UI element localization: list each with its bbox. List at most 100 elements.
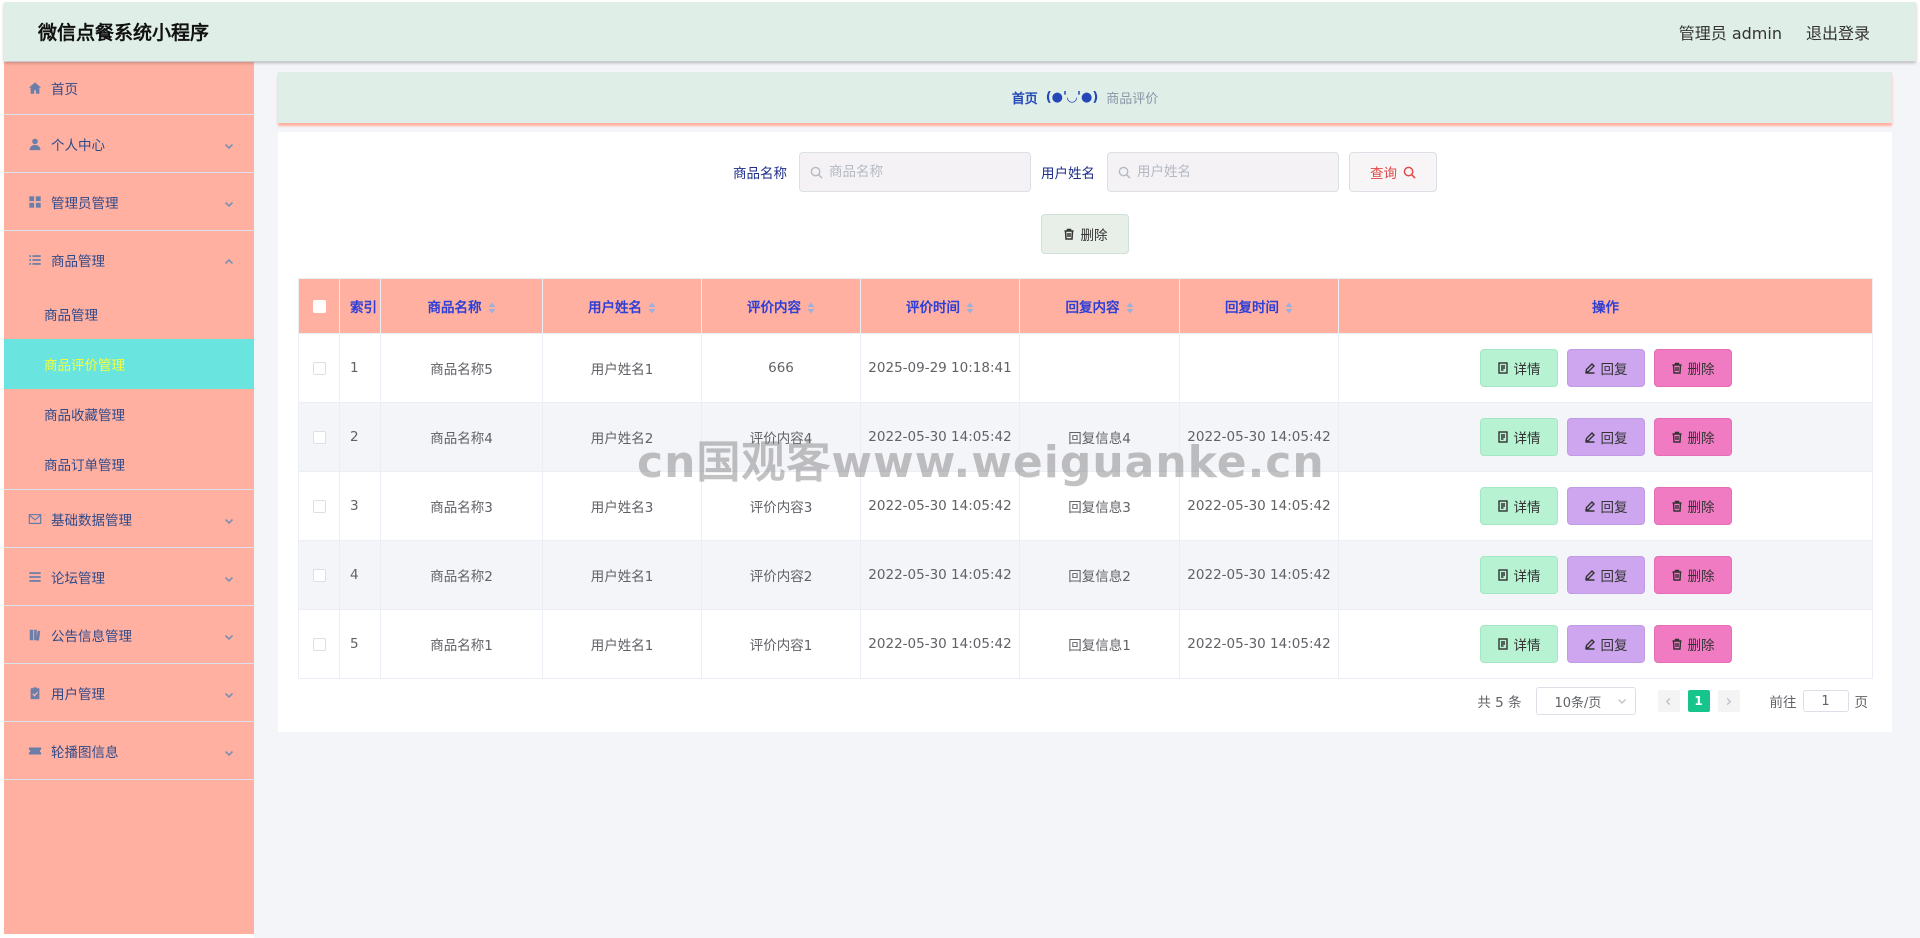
- col-header-reply-time[interactable]: 回复时间: [1179, 278, 1339, 334]
- col-header-product[interactable]: 商品名称: [380, 278, 543, 334]
- row-checkbox[interactable]: [312, 361, 326, 375]
- list-icon: [27, 252, 43, 268]
- detail-button[interactable]: 详情: [1479, 418, 1558, 456]
- trash-icon: [1672, 362, 1681, 374]
- cell-time: 2022-05-30 14:05:42: [860, 471, 1020, 541]
- sort-icon[interactable]: [1126, 302, 1134, 314]
- cell-index: 5: [339, 609, 381, 679]
- breadcrumb-home[interactable]: 首页: [1012, 88, 1038, 107]
- sidebar-item-user-management[interactable]: 用户管理: [4, 664, 254, 722]
- reply-button[interactable]: 回复: [1566, 349, 1645, 387]
- sidebar-subitem-product-management[interactable]: 商品管理: [4, 289, 254, 339]
- page-number-current[interactable]: 1: [1687, 690, 1710, 712]
- admin-user-label[interactable]: 管理员 admin: [1679, 20, 1782, 44]
- reply-button[interactable]: 回复: [1566, 487, 1645, 525]
- cell-content: 666: [701, 333, 861, 403]
- reply-button-label: 回复: [1600, 431, 1628, 447]
- table-row: 2 商品名称4 用户姓名2 评价内容4 2022-05-30 14:05:42 …: [298, 402, 1873, 472]
- sidebar-item-basic-data-management[interactable]: 基础数据管理: [4, 490, 254, 548]
- col-header-content[interactable]: 评价内容: [701, 278, 861, 334]
- cell-ops: 详情 回复 删除: [1338, 540, 1873, 610]
- search-icon: [1118, 166, 1131, 179]
- table-row: 3 商品名称3 用户姓名3 评价内容3 2022-05-30 14:05:42 …: [298, 471, 1873, 541]
- sort-icon[interactable]: [966, 302, 974, 314]
- reply-button[interactable]: 回复: [1566, 418, 1645, 456]
- row-select-cell: [298, 333, 340, 403]
- delete-button[interactable]: 删除: [1653, 349, 1732, 387]
- sidebar-item-carousel-info[interactable]: 轮播图信息: [4, 722, 254, 780]
- reply-button-label: 回复: [1600, 638, 1628, 654]
- reply-button[interactable]: 回复: [1566, 625, 1645, 663]
- sort-icon[interactable]: [488, 302, 496, 314]
- col-header-reply[interactable]: 回复内容: [1019, 278, 1180, 334]
- cell-index: 3: [339, 471, 381, 541]
- cell-time: 2022-05-30 14:05:42: [860, 540, 1020, 610]
- col-header-user[interactable]: 用户姓名: [542, 278, 702, 334]
- detail-button-label: 详情: [1513, 500, 1541, 516]
- page-size-select[interactable]: 10条/页: [1535, 687, 1636, 715]
- delete-button[interactable]: 删除: [1653, 625, 1732, 663]
- cell-content: 评价内容4: [701, 402, 861, 472]
- cell-reply-time: 2022-05-30 14:05:42: [1179, 471, 1339, 541]
- sidebar-subitem-product-review-management[interactable]: 商品评价管理: [4, 339, 254, 389]
- sidebar-item-admin-management[interactable]: 管理员管理: [4, 173, 254, 231]
- detail-button[interactable]: 详情: [1479, 556, 1558, 594]
- clipboard-icon: [27, 685, 43, 701]
- product-name-input[interactable]: [829, 164, 1019, 180]
- reply-button[interactable]: 回复: [1566, 556, 1645, 594]
- edit-icon: [1584, 432, 1595, 443]
- sidebar-item-label: 公告信息管理: [51, 628, 132, 645]
- cell-product: 商品名称3: [380, 471, 543, 541]
- chevron-down-icon: [224, 746, 234, 756]
- prev-page-button[interactable]: [1657, 690, 1680, 712]
- sidebar-item-home[interactable]: 首页: [4, 62, 254, 115]
- logout-button[interactable]: 退出登录: [1806, 20, 1870, 44]
- edit-icon: [1584, 639, 1595, 650]
- cell-product: 商品名称1: [380, 609, 543, 679]
- delete-button[interactable]: 删除: [1653, 418, 1732, 456]
- delete-button-label: 删除: [1687, 362, 1715, 378]
- next-page-button[interactable]: [1717, 690, 1740, 712]
- search-icon: [810, 166, 823, 179]
- delete-button-label: 删除: [1687, 638, 1715, 654]
- sidebar-item-label: 基础数据管理: [51, 512, 132, 529]
- header-actions: 管理员 admin 退出登录: [1679, 20, 1870, 44]
- cell-ops: 详情 回复 删除: [1338, 333, 1873, 403]
- sort-icon[interactable]: [648, 302, 656, 314]
- query-button[interactable]: 查询: [1349, 152, 1437, 192]
- cell-time: 2022-05-30 14:05:42: [860, 402, 1020, 472]
- detail-button[interactable]: 详情: [1479, 487, 1558, 525]
- col-header-index: 索引: [339, 278, 381, 334]
- chevron-right-icon: [1726, 697, 1732, 705]
- delete-button[interactable]: 删除: [1653, 487, 1732, 525]
- sort-icon[interactable]: [1285, 302, 1293, 314]
- cell-product: 商品名称4: [380, 402, 543, 472]
- sidebar-subitem-product-favorite-management[interactable]: 商品收藏管理: [4, 389, 254, 439]
- delete-button-label: 删除: [1687, 500, 1715, 516]
- col-header-time[interactable]: 评价时间: [860, 278, 1020, 334]
- row-checkbox[interactable]: [312, 637, 326, 651]
- sidebar-item-product-management[interactable]: 商品管理: [4, 231, 254, 289]
- user-name-input[interactable]: [1137, 164, 1327, 180]
- cell-ops: 详情 回复 删除: [1338, 609, 1873, 679]
- sidebar-item-personal-center[interactable]: 个人中心: [4, 115, 254, 173]
- delete-button-label: 删除: [1687, 431, 1715, 447]
- select-all-cell: [298, 278, 340, 334]
- sidebar-item-forum-management[interactable]: 论坛管理: [4, 548, 254, 606]
- detail-button[interactable]: 详情: [1479, 625, 1558, 663]
- cell-content: 评价内容3: [701, 471, 861, 541]
- page-jump-input[interactable]: [1802, 690, 1849, 712]
- detail-button[interactable]: 详情: [1479, 349, 1558, 387]
- row-checkbox[interactable]: [312, 430, 326, 444]
- sort-icon[interactable]: [807, 302, 815, 314]
- sidebar-subitem-product-order-management[interactable]: 商品订单管理: [4, 439, 254, 489]
- delete-button[interactable]: 删除: [1653, 556, 1732, 594]
- breadcrumb-current: 商品评价: [1106, 92, 1159, 107]
- row-checkbox[interactable]: [312, 499, 326, 513]
- sidebar-item-announcement-management[interactable]: 公告信息管理: [4, 606, 254, 664]
- document-icon: [1497, 500, 1508, 512]
- select-all-checkbox[interactable]: [312, 299, 326, 313]
- chevron-up-icon: [224, 255, 234, 265]
- row-checkbox[interactable]: [312, 568, 326, 582]
- bulk-delete-button[interactable]: 删除: [1041, 214, 1129, 254]
